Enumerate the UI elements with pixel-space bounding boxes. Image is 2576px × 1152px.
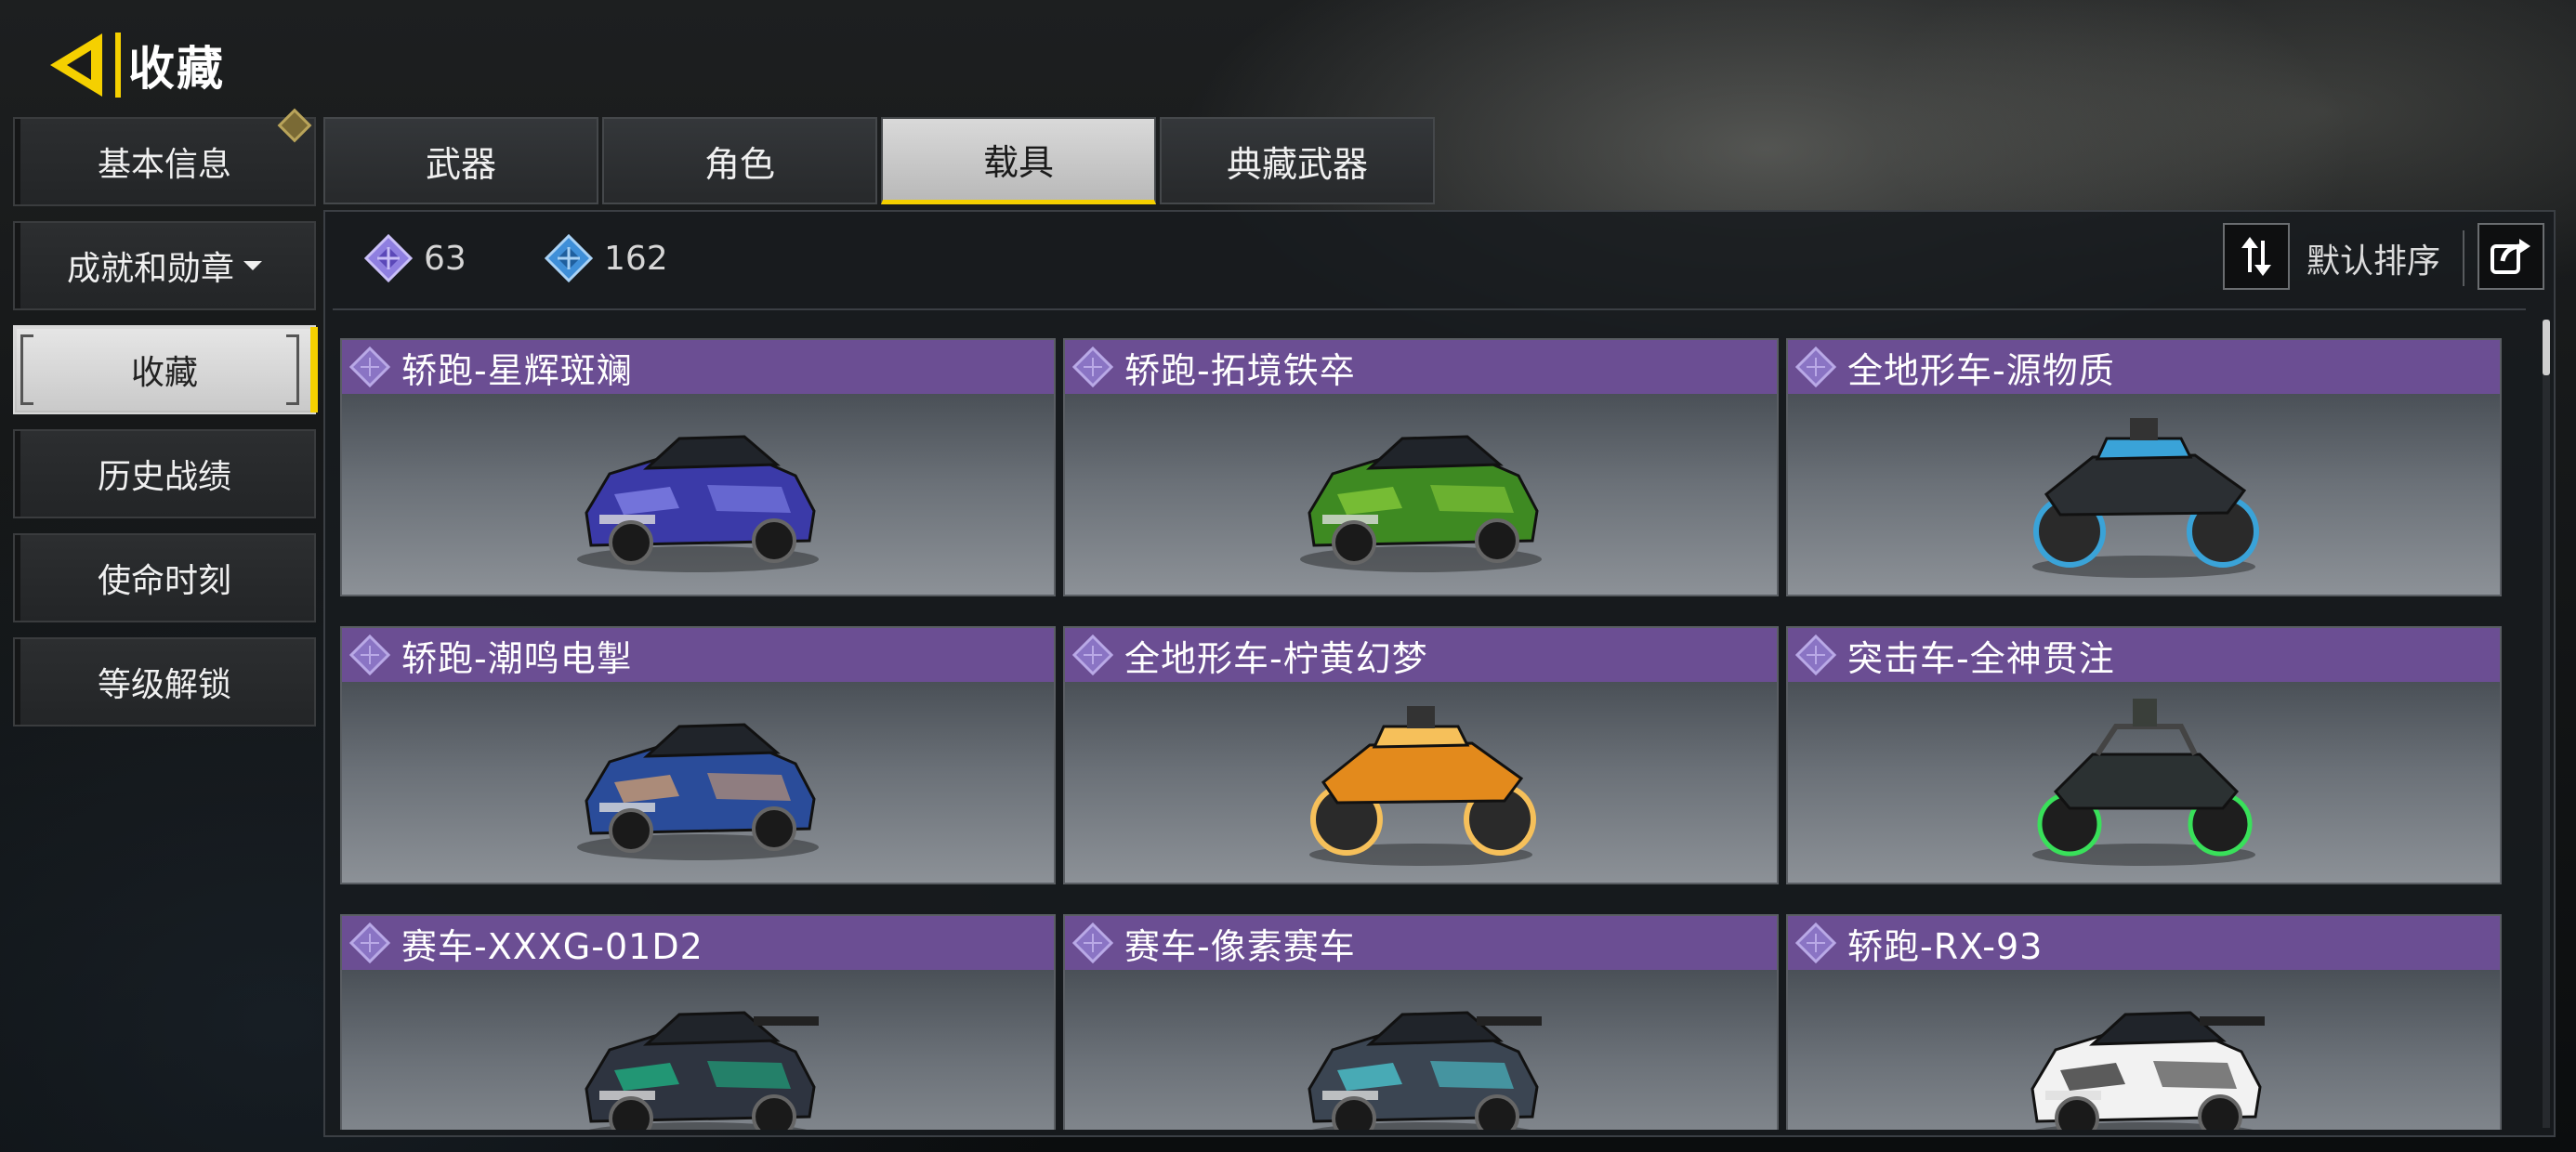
nav-item-label: 基本信息: [97, 146, 231, 184]
nav-item-basic-info[interactable]: 基本信息: [13, 108, 316, 206]
race-vehicle-icon: [585, 1011, 819, 1130]
vehicle-card[interactable]: 全地形车-源物质: [1786, 338, 2502, 596]
vehicle-preview: [1788, 682, 2500, 883]
rarity-diamond-icon: [1072, 923, 1113, 963]
nav-item-label: 使命时刻: [97, 562, 231, 600]
tab-characters[interactable]: 角色: [602, 117, 877, 204]
nav-item-label: 成就和勋章: [66, 250, 234, 288]
back-button[interactable]: [45, 28, 115, 102]
vehicle-grid: 轿跑-星辉斑斓 轿跑-拓境铁卒 全地形车-源物质轿跑-潮鸣电掣 全地形车-柠黄幻梦 突击…: [340, 338, 2524, 1130]
vehicle-card-header: 轿跑-RX-93: [1788, 916, 2500, 970]
nav-item-label: 等级解锁: [97, 666, 231, 704]
vehicle-card[interactable]: 轿跑-拓境铁卒: [1063, 338, 1779, 596]
vehicle-name: 赛车-XXXG-01D2: [401, 925, 703, 967]
collection-panel: 63 162 默认排序 轿跑-星辉斑斓 轿跑-拓境铁卒 全地形车-源物质 轿跑-…: [323, 210, 2556, 1137]
stats-divider: [333, 308, 2526, 310]
vehicle-name: 轿跑-潮鸣电掣: [401, 637, 633, 679]
vehicle-preview: [1788, 394, 2500, 595]
race-vehicle-icon: [2031, 1011, 2265, 1130]
vehicle-preview: [1065, 682, 1777, 883]
race-vehicle-icon: [1308, 1011, 1542, 1130]
vehicle-card[interactable]: 赛车-像素赛车: [1063, 914, 1779, 1130]
nav-item-level-unlock[interactable]: 等级解锁: [13, 637, 316, 727]
sort-arrows-icon: [2241, 237, 2271, 276]
vehicle-card-header: 突击车-全神贯注: [1788, 628, 2500, 682]
vehicle-card[interactable]: 轿跑-RX-93: [1786, 914, 2502, 1130]
rarity-diamond-icon: [1795, 635, 1836, 675]
vehicle-card-header: 轿跑-潮鸣电掣: [342, 628, 1054, 682]
nav-item-label: 收藏: [130, 354, 198, 392]
bracket-right-icon: [286, 334, 299, 405]
vehicle-name: 轿跑-星辉斑斓: [401, 349, 633, 391]
sort-label[interactable]: 默认排序: [2307, 234, 2440, 282]
blue-diamond-icon: [545, 234, 593, 282]
vehicle-card[interactable]: 轿跑-星辉斑斓: [340, 338, 1056, 596]
scrollbar[interactable]: [2543, 320, 2550, 1128]
vehicle-preview: [342, 682, 1054, 883]
nav-item-label: 历史战绩: [97, 458, 231, 496]
vehicle-preview: [1065, 394, 1777, 595]
toolbar-divider: [2463, 230, 2464, 286]
vehicle-name: 赛车-像素赛车: [1124, 925, 1356, 967]
notification-diamond-icon: [277, 108, 312, 143]
share-icon: [2491, 239, 2530, 274]
rarity-diamond-icon: [1072, 635, 1113, 675]
tab-weapons[interactable]: 武器: [323, 117, 598, 204]
share-button[interactable]: [2477, 223, 2544, 290]
vehicle-name: 全地形车-柠黄幻梦: [1124, 637, 1428, 679]
caret-down-icon: [243, 261, 262, 270]
back-arrow-icon: [50, 33, 102, 97]
vehicle-name: 轿跑-RX-93: [1847, 925, 2044, 967]
stats-bar: 63 162 默认排序: [325, 212, 2554, 308]
nav-item-mission-moments[interactable]: 使命时刻: [13, 533, 316, 622]
vehicle-card-header: 赛车-XXXG-01D2: [342, 916, 1054, 970]
vehicle-card[interactable]: 突击车-全神贯注: [1786, 626, 2502, 884]
tab-collector-weapons[interactable]: 典藏武器: [1160, 117, 1435, 204]
vehicle-name: 全地形车-源物质: [1847, 349, 2115, 391]
atv-vehicle-icon: [2032, 418, 2259, 578]
rarity-diamond-icon: [349, 923, 390, 963]
header: 收藏: [45, 28, 225, 102]
nav-item-collection[interactable]: 收藏: [13, 325, 318, 414]
stat-purple: 63: [364, 234, 467, 282]
vehicle-preview: [342, 970, 1054, 1130]
purple-diamond-icon: [364, 234, 413, 282]
sedan-vehicle-icon: [577, 723, 819, 860]
stat-blue: 162: [545, 234, 668, 282]
sedan-vehicle-icon: [1300, 435, 1542, 572]
nav-item-achievements[interactable]: 成就和勋章: [13, 221, 316, 310]
bracket-left-icon: [20, 334, 33, 405]
page-title: 收藏: [128, 42, 225, 96]
vehicle-card[interactable]: 全地形车-柠黄幻梦: [1063, 626, 1779, 884]
side-nav: 基本信息 成就和勋章 收藏 历史战绩 使命时刻 等级解锁: [13, 108, 318, 741]
vehicle-card[interactable]: 轿跑-潮鸣电掣: [340, 626, 1056, 884]
vehicle-card-header: 赛车-像素赛车: [1065, 916, 1777, 970]
sedan-vehicle-icon: [577, 435, 819, 572]
nav-item-match-history[interactable]: 历史战绩: [13, 429, 316, 518]
purple-count: 63: [424, 239, 467, 278]
buggy-vehicle-icon: [2032, 699, 2255, 866]
vehicle-name: 突击车-全神贯注: [1847, 637, 2115, 679]
rarity-diamond-icon: [349, 635, 390, 675]
vehicle-name: 轿跑-拓境铁卒: [1124, 349, 1356, 391]
vehicle-preview: [1065, 970, 1777, 1130]
rarity-diamond-icon: [349, 347, 390, 387]
vehicle-card-header: 轿跑-星辉斑斓: [342, 340, 1054, 394]
vehicle-card-header: 全地形车-柠黄幻梦: [1065, 628, 1777, 682]
atv-vehicle-icon: [1309, 706, 1536, 866]
vehicle-preview: [1788, 970, 2500, 1130]
rarity-diamond-icon: [1795, 923, 1836, 963]
rarity-diamond-icon: [1072, 347, 1113, 387]
blue-count: 162: [604, 239, 668, 278]
vehicle-preview: [342, 394, 1054, 595]
vehicle-card-header: 轿跑-拓境铁卒: [1065, 340, 1777, 394]
scrollbar-thumb[interactable]: [2543, 320, 2550, 375]
vehicle-card-header: 全地形车-源物质: [1788, 340, 2500, 394]
sort-toggle-button[interactable]: [2223, 223, 2290, 290]
category-tabs: 武器 角色 载具 典藏武器: [323, 117, 1439, 204]
rarity-diamond-icon: [1795, 347, 1836, 387]
tab-vehicles[interactable]: 载具: [881, 117, 1156, 204]
title-separator: [115, 33, 121, 98]
vehicle-card[interactable]: 赛车-XXXG-01D2: [340, 914, 1056, 1130]
